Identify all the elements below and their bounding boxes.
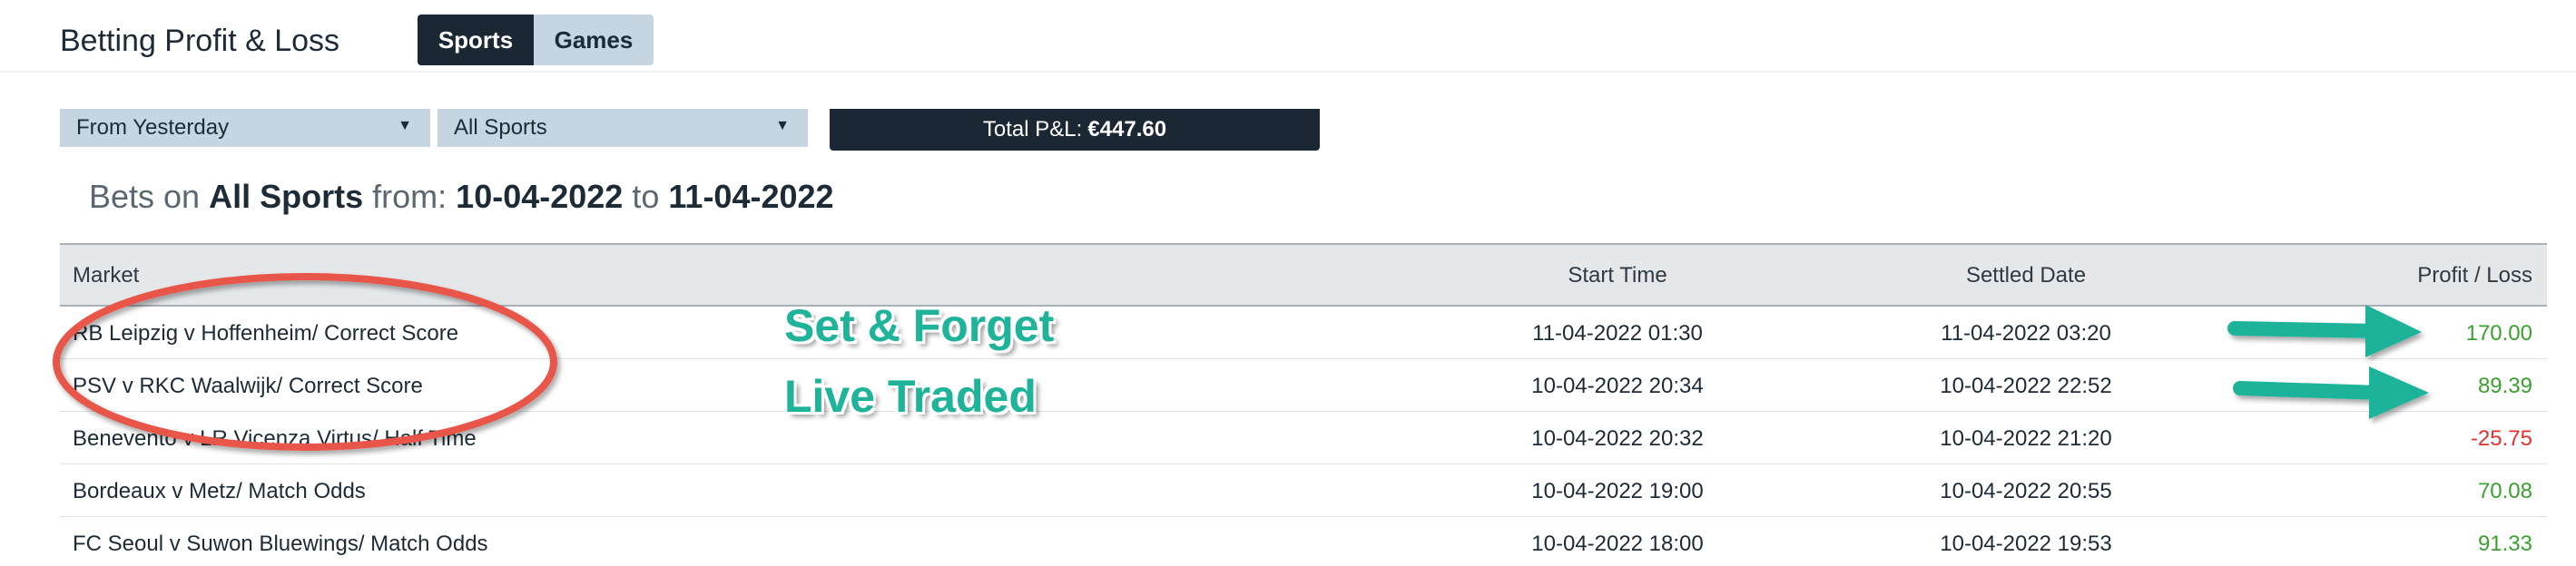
bets-heading-from-date: 10-04-2022 (456, 178, 624, 215)
table-row[interactable]: RB Leipzig v Hoffenheim/ Correct Score 11… (60, 307, 2547, 359)
total-pl-value: €447.60 (1087, 117, 1167, 142)
column-header-market[interactable]: Market (73, 263, 139, 288)
total-pl-label: Total P&L: (982, 117, 1083, 142)
table-body: RB Leipzig v Hoffenheim/ Correct Score 11… (60, 307, 2547, 566)
profit-loss-cell: 70.08 (2477, 479, 2532, 503)
column-header-settled-date[interactable]: Settled Date (1872, 263, 2180, 288)
bets-heading-prefix: Bets on (89, 178, 201, 215)
sport-select-value: All Sports (454, 115, 547, 140)
bets-heading-sport: All Sports (209, 178, 364, 215)
market-cell: Bordeaux v Metz/ Match Odds (73, 479, 366, 503)
chevron-down-icon: ▼ (775, 118, 790, 133)
market-cell: PSV v RKC Waalwijk/ Correct Score (73, 374, 423, 398)
settled-date-cell: 11-04-2022 03:20 (1941, 321, 2111, 346)
start-time-cell: 10-04-2022 18:00 (1531, 532, 1704, 556)
table-row[interactable]: Bordeaux v Metz/ Match Odds 10-04-2022 19… (60, 464, 2547, 517)
column-header-start-time[interactable]: Start Time (1463, 263, 1772, 288)
settled-date-cell: 10-04-2022 19:53 (1940, 532, 2112, 556)
bets-heading-to-label: to (632, 178, 660, 215)
profit-loss-cell: 89.39 (2477, 374, 2532, 398)
table-header: Market Start Time Settled Date Profit / … (60, 243, 2547, 307)
profit-loss-cell: -25.75 (2470, 426, 2532, 451)
column-header-profit-loss[interactable]: Profit / Loss (2417, 263, 2532, 288)
annotation-live-traded: Live Traded (784, 371, 1037, 422)
bets-heading-to-date: 11-04-2022 (668, 178, 834, 215)
period-select-value: From Yesterday (76, 115, 230, 140)
start-time-cell: 10-04-2022 20:32 (1531, 426, 1704, 451)
market-cell: FC Seoul v Suwon Bluewings/ Match Odds (73, 532, 488, 556)
market-cell: RB Leipzig v Hoffenheim/ Correct Score (73, 321, 459, 346)
total-pl-bar: Total P&L: €447.60 (830, 109, 1320, 151)
settled-date-cell: 10-04-2022 21:20 (1940, 426, 2112, 451)
bets-heading: Bets on All Sports from: 10-04-2022 to 1… (89, 178, 834, 216)
settled-date-cell: 10-04-2022 22:52 (1940, 374, 2112, 398)
profit-loss-cell: 91.33 (2477, 532, 2532, 556)
settled-date-cell: 10-04-2022 20:55 (1940, 479, 2112, 503)
annotation-set-and-forget: Set & Forget (784, 300, 1055, 351)
market-cell: Benevento v LR Vicenza Virtus/ Half Time (73, 426, 477, 451)
bets-table: Market Start Time Settled Date Profit / … (60, 243, 2547, 566)
profit-loss-cell: 170.00 (2465, 321, 2532, 346)
period-select[interactable]: From Yesterday ▼ (60, 109, 430, 147)
tab-sports[interactable]: Sports (418, 15, 534, 65)
bets-heading-from-label: from: (372, 178, 447, 215)
table-row[interactable]: FC Seoul v Suwon Bluewings/ Match Odds 10… (60, 517, 2547, 566)
start-time-cell: 10-04-2022 20:34 (1531, 374, 1704, 398)
sport-select[interactable]: All Sports ▼ (438, 109, 808, 147)
start-time-cell: 11-04-2022 01:30 (1532, 321, 1703, 346)
table-row[interactable]: PSV v RKC Waalwijk/ Correct Score 10-04-2… (60, 359, 2547, 412)
page-title: Betting Profit & Loss (60, 24, 340, 58)
chevron-down-icon: ▼ (398, 118, 412, 133)
tab-games[interactable]: Games (534, 15, 654, 65)
start-time-cell: 10-04-2022 19:00 (1531, 479, 1704, 503)
page-header: Betting Profit & Loss Sports Games (0, 0, 2576, 73)
table-row[interactable]: Benevento v LR Vicenza Virtus/ Half Time… (60, 412, 2547, 464)
